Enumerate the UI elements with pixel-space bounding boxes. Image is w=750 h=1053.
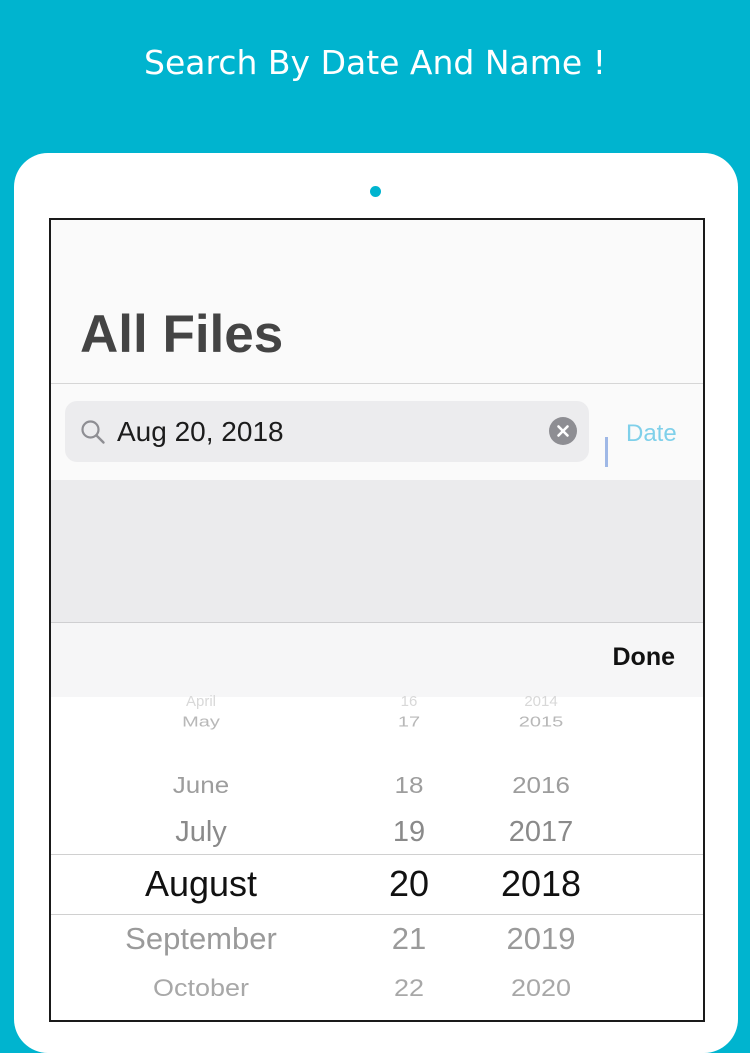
picker-year-option[interactable]: 2017	[481, 815, 601, 849]
search-bar: Date	[51, 384, 703, 480]
picker-month-option[interactable]: September	[111, 921, 291, 957]
picker-selection-bottom-line	[51, 914, 703, 915]
search-input[interactable]	[117, 401, 537, 462]
navigation-bar: All Files	[51, 220, 703, 384]
picker-year-selected[interactable]: 2018	[481, 863, 601, 905]
picker-day-option[interactable]: 21	[369, 921, 449, 957]
tablet-frame: All Files Date Done	[14, 153, 738, 1053]
clear-x-icon	[557, 425, 569, 437]
clear-icon[interactable]	[549, 417, 577, 445]
picker-day-option[interactable]: 18	[369, 771, 449, 799]
picker-month-option[interactable]: May	[111, 714, 291, 730]
search-field[interactable]	[65, 401, 589, 462]
picker-selection-top-line	[51, 854, 703, 855]
picker-toolbar: Done	[51, 623, 703, 697]
picker-month-option[interactable]: July	[111, 815, 291, 849]
picker-year-option[interactable]: 2019	[481, 921, 601, 957]
picker-month-selected[interactable]: August	[111, 863, 291, 905]
date-scope-button[interactable]: Date	[626, 420, 677, 448]
picker-year-option[interactable]: 2015	[481, 714, 601, 730]
picker-day-option[interactable]: 16	[369, 693, 449, 711]
picker-month-option[interactable]: April	[111, 693, 291, 711]
results-area	[51, 480, 703, 623]
camera-dot	[370, 186, 381, 197]
picker-day-selected[interactable]: 20	[369, 863, 449, 905]
search-icon	[81, 420, 105, 444]
picker-year-option[interactable]: 2014	[481, 693, 601, 711]
done-button[interactable]: Done	[613, 643, 676, 672]
page-title: All Files	[80, 305, 284, 364]
picker-year-option[interactable]: 2020	[481, 973, 601, 1004]
picker-month-option[interactable]: June	[111, 771, 291, 799]
date-picker[interactable]: April May June July August September Oct…	[51, 693, 703, 1020]
picker-day-option[interactable]: 17	[369, 714, 449, 730]
device-screen: All Files Date Done	[49, 218, 705, 1022]
picker-day-option[interactable]: 19	[369, 815, 449, 849]
promo-headline: Search By Date And Name !	[144, 43, 606, 82]
picker-year-option[interactable]: 2016	[481, 771, 601, 799]
picker-month-option[interactable]: October	[111, 973, 291, 1004]
scope-separator	[605, 437, 608, 467]
picker-day-option[interactable]: 22	[369, 973, 449, 1004]
